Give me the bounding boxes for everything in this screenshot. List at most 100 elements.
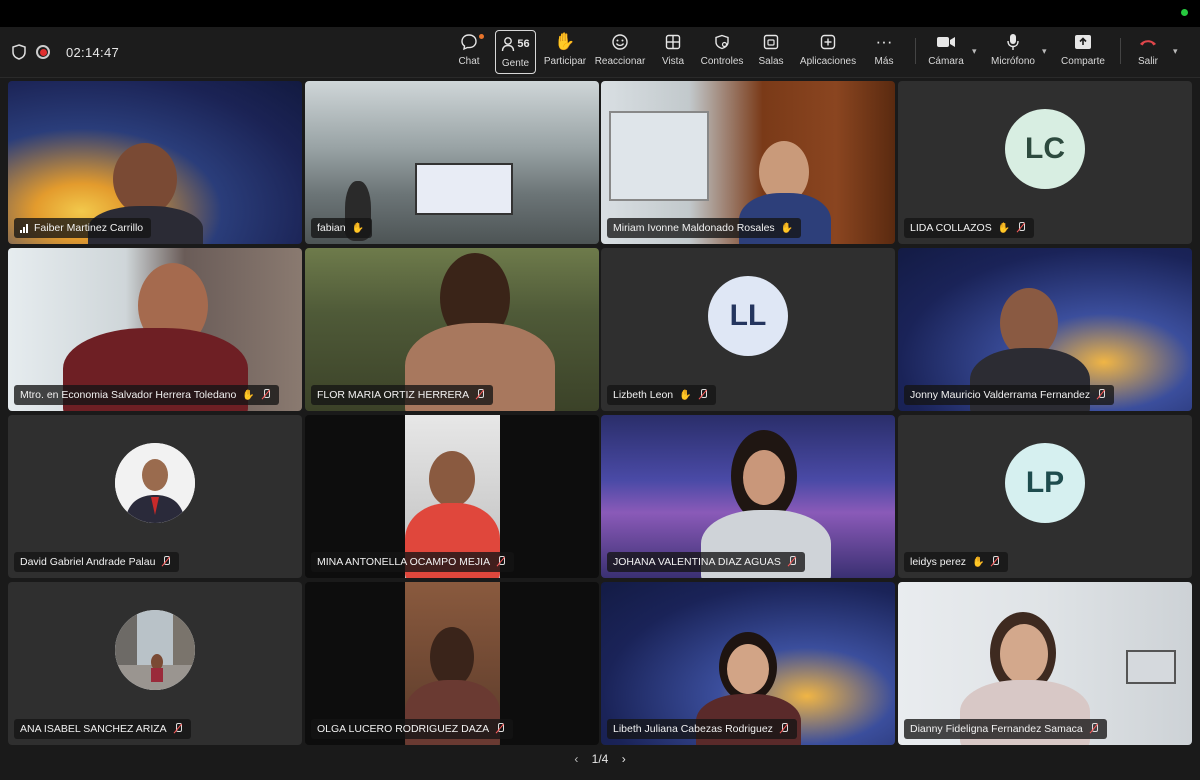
- participant-tile[interactable]: Libeth Juliana Cabezas Rodriguez: [601, 582, 895, 745]
- more-label: Más: [874, 56, 894, 67]
- participant-name-tag: Mtro. en Economia Salvador Herrera Toled…: [14, 385, 279, 405]
- participant-name-tag: MINA ANTONELLA OCAMPO MEJIA: [311, 552, 515, 572]
- people-button[interactable]: 56 Gente: [495, 30, 536, 74]
- camera-chevron-down-icon[interactable]: ▾: [972, 46, 977, 57]
- hand-icon: ✋: [351, 222, 365, 234]
- avatar: LC: [1005, 109, 1085, 190]
- participate-button[interactable]: ✋ Participar: [543, 30, 587, 74]
- participant-name-tag: leidys perez ✋: [904, 552, 1009, 572]
- controls-button[interactable]: Controles: [699, 30, 745, 74]
- controls-label: Controles: [700, 56, 744, 67]
- participant-tile[interactable]: LP leidys perez ✋: [898, 415, 1192, 578]
- participant-name: leidys perez: [910, 556, 967, 568]
- hand-icon: ✋: [780, 222, 794, 234]
- window-top-strip: [0, 0, 1200, 27]
- smile-icon: [611, 30, 629, 54]
- mic-muted-icon: [475, 389, 485, 401]
- mic-icon: [1006, 30, 1020, 54]
- avatar: LL: [708, 276, 788, 357]
- mic-muted-icon: [496, 556, 506, 568]
- hand-icon: ✋: [242, 389, 255, 401]
- chat-notification-dot: [479, 34, 484, 39]
- participant-tile[interactable]: Miriam Ivonne Maldonado Rosales ✋: [601, 81, 895, 244]
- mic-muted-icon: [1089, 723, 1099, 735]
- meeting-status: 02:14:47: [12, 44, 119, 60]
- chat-label: Chat: [458, 56, 480, 67]
- participant-tile[interactable]: David Gabriel Andrade Palau: [8, 415, 302, 578]
- participant-name-tag: Dianny Fideligna Fernandez Samaca: [904, 719, 1107, 739]
- participant-tile[interactable]: LC LIDA COLLAZOS ✋: [898, 81, 1192, 244]
- rooms-label: Salas: [758, 56, 784, 67]
- status-dot: [1181, 9, 1188, 16]
- camera-button[interactable]: Cámara: [927, 30, 965, 74]
- participant-name-tag: Miriam Ivonne Maldonado Rosales ✋: [607, 218, 802, 238]
- participant-name: Faiber Martinez Carrillo: [34, 222, 144, 234]
- participant-tile[interactable]: Dianny Fideligna Fernandez Samaca: [898, 582, 1192, 745]
- mic-muted-icon: [698, 389, 708, 401]
- leave-chevron-down-icon[interactable]: ▾: [1173, 46, 1178, 57]
- share-icon: [1074, 30, 1092, 54]
- participant-video: [415, 163, 513, 215]
- meeting-toolbar: 02:14:47 Chat 56 Gente ✋ Participar Reac…: [0, 27, 1200, 78]
- share-label: Comparte: [1061, 56, 1105, 67]
- more-icon: ···: [875, 32, 893, 51]
- share-button[interactable]: Comparte: [1060, 30, 1106, 74]
- participant-name-tag: FLOR MARIA ORTIZ HERRERA: [311, 385, 494, 405]
- hand-icon: ✋: [972, 556, 985, 568]
- video-gallery: Faiber Martinez Carrillo fabian ✋ Miriam…: [8, 81, 1192, 746]
- page-indicator: 1/4: [591, 752, 609, 766]
- leave-button[interactable]: Salir: [1136, 30, 1160, 74]
- participant-name: Jonny Mauricio Valderrama Fernandez: [910, 389, 1091, 401]
- participant-name: fabian: [317, 222, 346, 234]
- mic-muted-icon: [1016, 222, 1026, 234]
- leave-icon: [1138, 30, 1158, 54]
- grid-icon: [665, 30, 681, 54]
- participant-tile[interactable]: fabian ✋: [305, 81, 599, 244]
- more-button[interactable]: ··· Más: [872, 30, 896, 74]
- view-button[interactable]: Vista: [659, 30, 687, 74]
- apps-icon: [820, 30, 836, 54]
- participant-name: Lizbeth Leon: [613, 389, 674, 401]
- participate-label: Participar: [543, 56, 587, 67]
- participant-name: LIDA COLLAZOS: [910, 222, 992, 234]
- participant-video: [113, 143, 177, 215]
- recording-icon[interactable]: [36, 45, 50, 59]
- chat-button[interactable]: Chat: [452, 30, 486, 74]
- shield-icon[interactable]: [12, 44, 26, 60]
- participant-tile[interactable]: LL Lizbeth Leon ✋: [601, 248, 895, 411]
- participant-tile[interactable]: OLGA LUCERO RODRIGUEZ DAZA: [305, 582, 599, 745]
- microphone-chevron-down-icon[interactable]: ▾: [1042, 46, 1047, 57]
- apps-button[interactable]: Aplicaciones: [798, 30, 858, 74]
- mic-muted-icon: [173, 723, 183, 735]
- next-page-icon[interactable]: ›: [622, 752, 626, 766]
- rooms-button[interactable]: Salas: [757, 30, 785, 74]
- react-label: Reaccionar: [594, 56, 646, 67]
- hand-icon: ✋: [679, 389, 692, 401]
- participant-tile[interactable]: ANA ISABEL SANCHEZ ARIZA: [8, 582, 302, 745]
- profile-photo-icon: [115, 610, 195, 691]
- controls-icon: [714, 30, 730, 54]
- participant-name: ANA ISABEL SANCHEZ ARIZA: [20, 723, 167, 735]
- participant-tile[interactable]: Jonny Mauricio Valderrama Fernandez: [898, 248, 1192, 411]
- microphone-button[interactable]: Micrófono: [990, 30, 1036, 74]
- participant-tile[interactable]: Faiber Martinez Carrillo: [8, 81, 302, 244]
- mic-muted-icon: [990, 556, 1000, 568]
- mic-muted-icon: [261, 389, 271, 401]
- participant-tile[interactable]: MINA ANTONELLA OCAMPO MEJIA: [305, 415, 599, 578]
- profile-photo-icon: [115, 443, 195, 524]
- gallery-pagination: ‹ 1/4 ›: [0, 752, 1200, 766]
- participant-name: David Gabriel Andrade Palau: [20, 556, 156, 568]
- participant-name-tag: fabian ✋: [311, 218, 373, 238]
- participant-tile[interactable]: JOHANA VALENTINA DIAZ AGUAS: [601, 415, 895, 578]
- participant-tile[interactable]: FLOR MARIA ORTIZ HERRERA: [305, 248, 599, 411]
- camera-label: Cámara: [928, 56, 964, 67]
- microphone-label: Micrófono: [991, 56, 1035, 67]
- mic-muted-icon: [1096, 389, 1106, 401]
- previous-page-icon[interactable]: ‹: [574, 752, 578, 766]
- participant-video: [429, 451, 475, 507]
- avatar: LP: [1005, 443, 1085, 524]
- chat-icon: [460, 30, 478, 54]
- react-button[interactable]: Reaccionar: [594, 30, 646, 74]
- participant-tile[interactable]: Mtro. en Economia Salvador Herrera Toled…: [8, 248, 302, 411]
- participant-name-tag: Libeth Juliana Cabezas Rodriguez: [607, 719, 797, 739]
